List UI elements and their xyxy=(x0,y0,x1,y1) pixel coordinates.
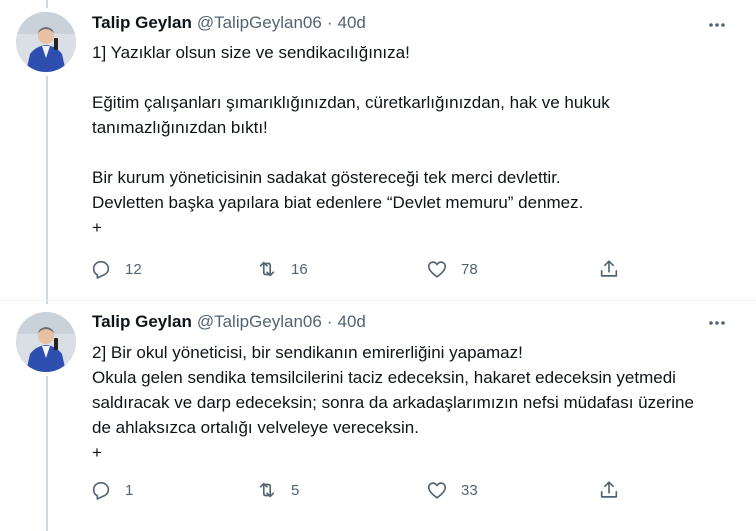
share-button[interactable] xyxy=(598,477,620,503)
retweet-button[interactable]: 16 xyxy=(256,256,308,282)
share-icon xyxy=(600,481,618,498)
reply-count: 12 xyxy=(125,260,142,278)
retweet-count: 16 xyxy=(291,260,308,278)
more-icon xyxy=(709,321,725,325)
tweet-timestamp[interactable]: 40d xyxy=(338,13,366,33)
tweet-text: 2] Bir okul yöneticisi, bir sendikanın e… xyxy=(92,343,694,462)
retweet-button[interactable]: 5 xyxy=(256,477,299,503)
reply-icon xyxy=(92,482,110,500)
reply-count: 1 xyxy=(125,481,134,499)
reply-icon xyxy=(92,261,110,279)
reply-button[interactable]: 12 xyxy=(90,256,142,282)
more-button[interactable] xyxy=(706,14,728,36)
heart-icon xyxy=(427,482,447,499)
tweet-header: Talip Geylan @TalipGeylan06 · 40d xyxy=(92,12,366,34)
like-button[interactable]: 78 xyxy=(426,256,478,282)
heart-icon xyxy=(427,261,447,278)
tweet-1[interactable]: Talip Geylan @TalipGeylan06 · 40d 1] Yaz… xyxy=(0,0,756,300)
tweet-2[interactable]: Talip Geylan @TalipGeylan06 · 40d 2] Bir… xyxy=(0,300,756,531)
tweet-text: 1] Yazıklar olsun size ve sendikacılığın… xyxy=(92,43,610,237)
header-separator: · xyxy=(326,13,333,32)
retweet-count: 5 xyxy=(291,481,300,499)
avatar[interactable] xyxy=(16,312,76,372)
more-icon xyxy=(709,23,725,27)
reply-button[interactable]: 1 xyxy=(90,477,133,503)
like-button[interactable]: 33 xyxy=(426,477,478,503)
retweet-icon xyxy=(259,482,275,498)
more-button[interactable] xyxy=(706,312,728,334)
avatar[interactable] xyxy=(16,12,76,72)
like-count: 33 xyxy=(461,481,478,499)
share-button[interactable] xyxy=(598,256,620,282)
tweet-header: Talip Geylan @TalipGeylan06 · 40d xyxy=(92,311,366,333)
author-handle[interactable]: @TalipGeylan06 xyxy=(197,312,322,332)
tweet-actions: 12 16 78 xyxy=(90,256,630,282)
like-count: 78 xyxy=(461,260,478,278)
author-handle[interactable]: @TalipGeylan06 xyxy=(197,13,322,33)
share-icon xyxy=(600,260,618,277)
author-name[interactable]: Talip Geylan xyxy=(92,13,192,33)
tweet-thread: Talip Geylan @TalipGeylan06 · 40d 1] Yaz… xyxy=(0,0,756,531)
retweet-icon xyxy=(259,261,275,277)
tweet-timestamp[interactable]: 40d xyxy=(338,312,366,332)
header-separator: · xyxy=(326,312,333,331)
author-name[interactable]: Talip Geylan xyxy=(92,312,192,332)
tweet-actions: 1 5 33 xyxy=(90,477,630,503)
